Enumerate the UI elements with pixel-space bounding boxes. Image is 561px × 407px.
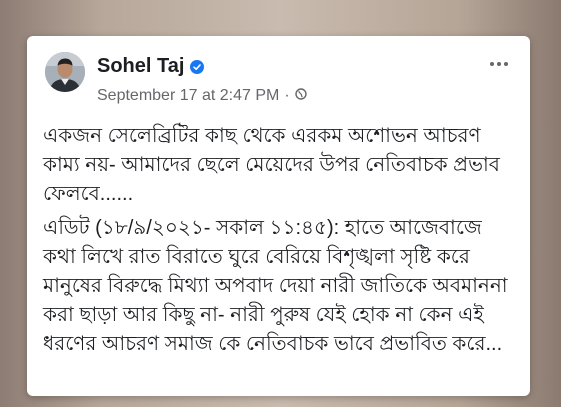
meta-separator: · bbox=[284, 87, 290, 104]
post-paragraph-1: একজন সেলেব্রিটির কাছ থেকে এরকম অশোভন আচর… bbox=[43, 125, 500, 205]
author-name[interactable]: Sohel Taj bbox=[97, 55, 184, 78]
author-name-row: Sohel Taj bbox=[97, 55, 205, 78]
facebook-post-card: Sohel Taj September 17 at 2:47 PM · একজন… bbox=[27, 36, 530, 396]
author-avatar[interactable] bbox=[45, 52, 85, 92]
globe-icon[interactable] bbox=[294, 87, 307, 105]
verified-badge-icon bbox=[190, 59, 205, 74]
avatar-photo bbox=[45, 52, 85, 92]
post-timestamp[interactable]: September 17 at 2:47 PM bbox=[97, 87, 279, 105]
more-options-icon[interactable] bbox=[490, 62, 508, 66]
post-paragraph-2: এডিট (১৮/৯/২০২১- সকাল ১১:৪৫): হাতে আজেবা… bbox=[43, 217, 508, 355]
post-meta: September 17 at 2:47 PM · bbox=[97, 87, 307, 105]
